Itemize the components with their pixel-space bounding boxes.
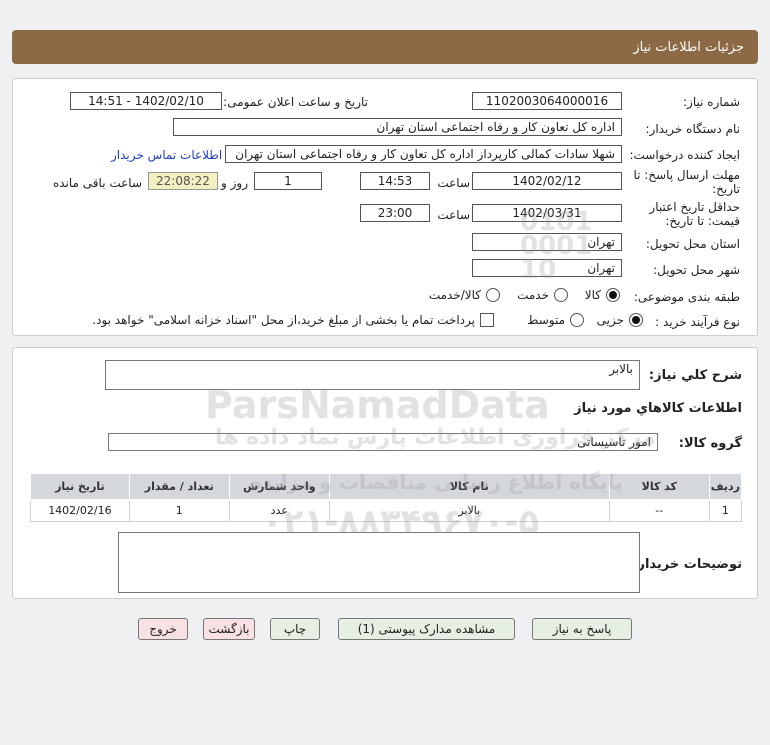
- goods-group-field: امور تاسیساتی: [108, 433, 658, 451]
- province-field: تهران: [472, 233, 622, 251]
- city-label: شهر محل تحویل:: [653, 263, 740, 277]
- validity-hour-label: ساعت: [437, 208, 470, 222]
- page-title: جزئیات اطلاعات نیاز: [633, 39, 744, 55]
- deadline-time-field: 14:53: [360, 172, 430, 190]
- col-name: نام کالا: [328, 473, 610, 500]
- buyer-notes-field: [118, 532, 640, 593]
- validity-label-line2: قیمت: تا تاریخ:: [665, 214, 740, 228]
- goods-info-title: اطلاعات کالاهاي مورد نياز: [574, 401, 742, 416]
- announce-datetime-label: تاریخ و ساعت اعلان عمومی:: [223, 95, 368, 109]
- days-and-label: روز و: [221, 176, 248, 190]
- validity-date-field: 1402/03/31: [472, 204, 622, 222]
- process-type-label: نوع فرآیند خرید :: [655, 315, 740, 329]
- deadline-label-line2: تاریخ:: [712, 182, 740, 196]
- contact-buyer-link[interactable]: اطلاعات تماس خریدار: [111, 148, 222, 162]
- table-row: 1 -- بالابر عدد 1 1402/02/16: [30, 499, 743, 522]
- validity-time-field: 23:00: [360, 204, 430, 222]
- radio-selected-icon[interactable]: [629, 313, 643, 327]
- province-label: استان محل تحویل:: [645, 237, 740, 251]
- buyer-org-label: نام دستگاه خریدار:: [645, 122, 741, 136]
- category-option-goods[interactable]: کالا: [585, 288, 620, 302]
- process-option-medium[interactable]: متوسط: [527, 313, 584, 327]
- need-number-label: شماره نیاز:: [683, 95, 740, 109]
- col-row: ردیف: [708, 473, 743, 500]
- summary-label: شرح کلي نياز:: [648, 368, 742, 383]
- goods-table: ردیف کد کالا نام کالا واحد شمارش تعداد /…: [30, 473, 743, 522]
- days-field: 1: [254, 172, 322, 190]
- need-number-field: 1102003064000016: [472, 92, 622, 110]
- checkbox-icon[interactable]: [480, 313, 494, 327]
- radio-selected-icon[interactable]: [606, 288, 620, 302]
- page-header: جزئیات اطلاعات نیاز: [12, 30, 758, 64]
- radio-unselected-icon[interactable]: [570, 313, 584, 327]
- reply-button[interactable]: پاسخ به نیاز: [532, 618, 632, 640]
- radio-unselected-icon[interactable]: [554, 288, 568, 302]
- category-label: طبقه بندی موضوعی:: [633, 290, 740, 304]
- remaining-time-field: 22:08:22: [148, 172, 218, 190]
- category-option-service[interactable]: خدمت: [517, 288, 568, 302]
- col-unit: واحد شمارش: [228, 473, 330, 500]
- col-qty: تعداد / مقدار: [128, 473, 230, 500]
- buyer-notes-label: توضیحات خریدار:: [632, 557, 742, 572]
- goods-group-label: گروه کالا:: [678, 436, 742, 451]
- buyer-org-field: اداره کل تعاون کار و رفاه اجتماعی استان …: [173, 118, 622, 136]
- col-date: تاریخ نیاز: [30, 473, 130, 500]
- view-attachments-button[interactable]: مشاهده مدارک پیوستی (1): [338, 618, 515, 640]
- deadline-label-line1: مهلت ارسال پاسخ: تا: [633, 168, 740, 182]
- goods-table-header: ردیف کد کالا نام کالا واحد شمارش تعداد /…: [30, 473, 743, 500]
- validity-label-line1: حداقل تاریخ اعتبار: [649, 200, 740, 214]
- remaining-time-label: ساعت باقی مانده: [52, 176, 142, 190]
- radio-unselected-icon[interactable]: [486, 288, 500, 302]
- category-option-goods-service[interactable]: کالا/خدمت: [429, 288, 500, 302]
- treasury-payment-option[interactable]: پرداخت تمام یا بخشی از مبلغ خرید،از محل …: [92, 313, 494, 327]
- col-code: کد کالا: [608, 473, 710, 500]
- print-button[interactable]: چاپ: [270, 618, 320, 640]
- exit-button[interactable]: خروج: [138, 618, 188, 640]
- deadline-date-field: 1402/02/12: [472, 172, 622, 190]
- creator-field: شهلا سادات کمالی کارپرداز اداره کل تعاون…: [225, 145, 622, 163]
- summary-field: بالابر: [105, 360, 640, 390]
- city-field: تهران: [472, 259, 622, 277]
- creator-label: ایجاد کننده درخواست:: [629, 148, 740, 162]
- process-option-minor[interactable]: جزیی: [597, 313, 643, 327]
- deadline-hour-label: ساعت: [437, 176, 470, 190]
- announce-datetime-field: 1402/02/10 - 14:51: [70, 92, 222, 110]
- back-button[interactable]: بازگشت: [203, 618, 255, 640]
